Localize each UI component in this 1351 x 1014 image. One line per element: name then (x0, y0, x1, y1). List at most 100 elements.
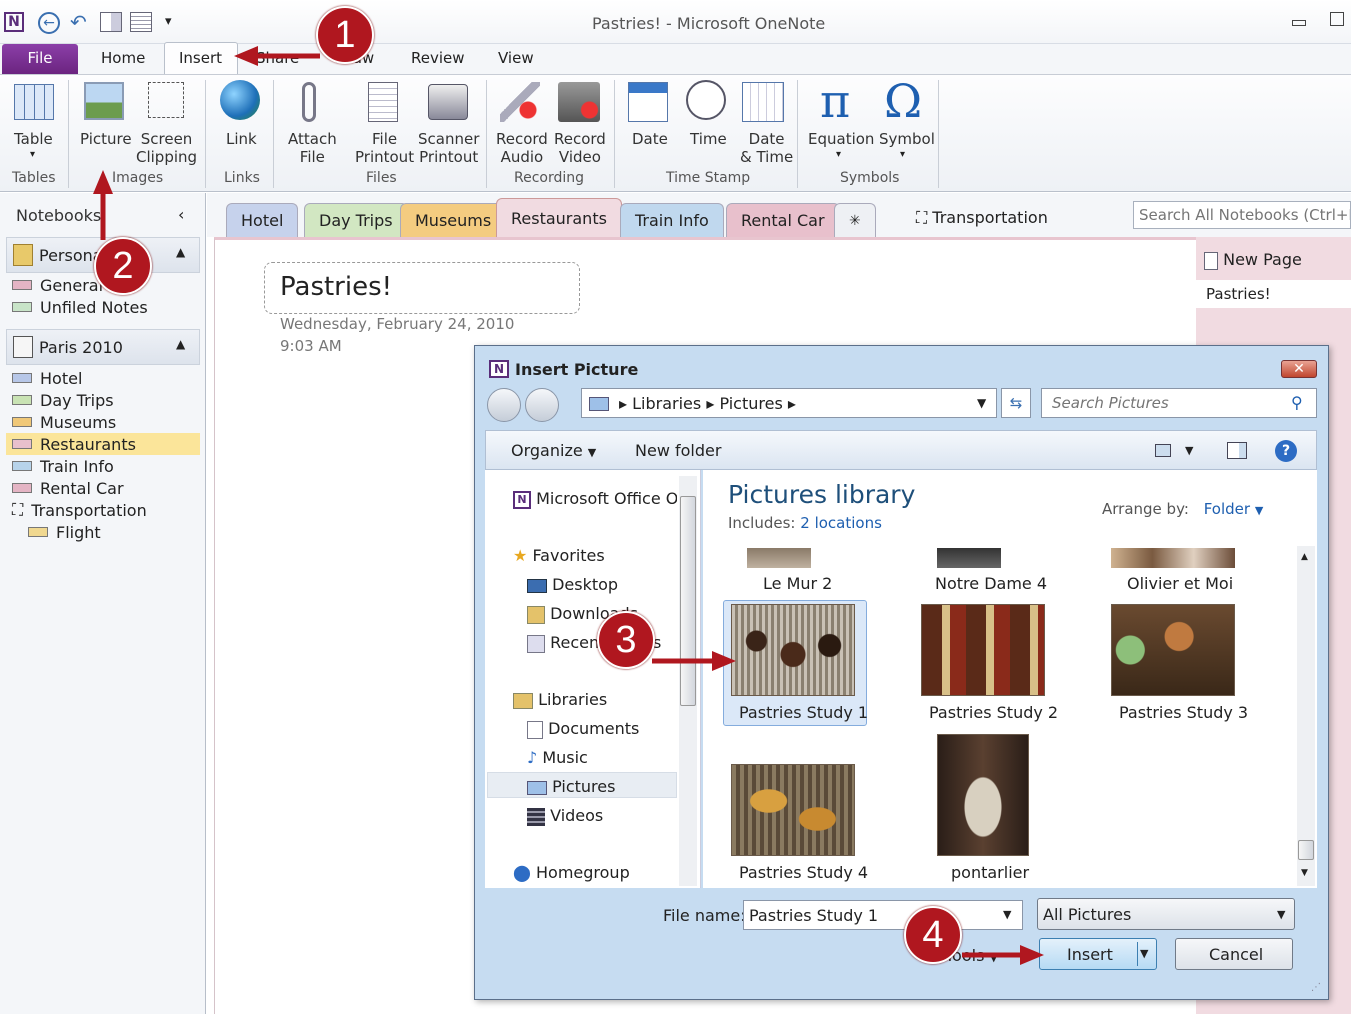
tree-videos[interactable]: Videos (527, 806, 603, 826)
scroll-down-icon[interactable]: ▼ (1301, 868, 1308, 878)
content-scroll-thumb[interactable] (1298, 840, 1314, 860)
file-pastries-study-1[interactable]: Pastries Study 1 (739, 703, 868, 722)
refresh-icon[interactable]: ⇆ (1001, 388, 1031, 418)
link-button[interactable]: Link (226, 130, 257, 148)
insert-dropdown-icon[interactable]: ▼ (1140, 947, 1148, 960)
section-hotel[interactable]: Hotel (12, 367, 82, 389)
tree-scroll-thumb[interactable] (680, 496, 696, 706)
scroll-up-icon[interactable]: ▲ (1301, 552, 1308, 562)
tree-favorites[interactable]: ★ Favorites (513, 546, 605, 565)
tree-microsoft-office-onenote[interactable]: N Microsoft Office OneNote (513, 489, 677, 509)
file-pontarlier[interactable]: pontarlier (951, 863, 1029, 882)
organize-button[interactable]: Organize ▼ (511, 441, 596, 460)
tab-train-info[interactable]: Train Info (620, 203, 724, 237)
section-train-info[interactable]: Train Info (12, 455, 114, 477)
collapse-icon[interactable]: ▲ (176, 337, 185, 351)
section-unfiled-notes[interactable]: Unfiled Notes (12, 296, 148, 318)
date-time-button[interactable]: Date & Time (740, 130, 793, 166)
file-printout-button[interactable]: File Printout (355, 130, 414, 166)
tab-insert[interactable]: Insert (179, 49, 222, 67)
section-restaurants[interactable]: Restaurants (12, 433, 136, 455)
record-audio-button[interactable]: Record Audio (496, 130, 548, 166)
close-icon[interactable]: ✕ (1281, 360, 1317, 378)
collapse-nav-icon[interactable]: ‹ (178, 205, 184, 224)
thumb-notre-dame-4[interactable] (937, 548, 1001, 568)
thumb-le-mur-2[interactable] (747, 548, 811, 568)
undo-icon[interactable]: ↶ (70, 10, 87, 34)
thumb-pastries-study-2[interactable] (921, 604, 1045, 696)
record-video-button[interactable]: Record Video (554, 130, 606, 166)
thumb-olivier-et-moi[interactable] (1111, 548, 1235, 568)
arrange-folder-dropdown[interactable]: Folder (1204, 500, 1250, 518)
section-rental-car[interactable]: Rental Car (12, 477, 124, 499)
help-icon[interactable]: ? (1275, 440, 1297, 462)
back-icon[interactable]: ← (38, 12, 60, 34)
file-pastries-study-2[interactable]: Pastries Study 2 (929, 703, 1058, 722)
tab-restaurants[interactable]: Restaurants (496, 198, 622, 238)
thumb-pastries-study-3[interactable] (1111, 604, 1235, 696)
symbol-button[interactable]: Symbol (879, 130, 935, 148)
breadcrumb-libraries[interactable]: Libraries (632, 394, 701, 413)
tree-pictures[interactable]: Pictures (527, 777, 615, 796)
file-notre-dame-4[interactable]: Notre Dame 4 (935, 574, 1047, 593)
customize-qat-icon[interactable]: ▾ (165, 14, 172, 29)
search-icon[interactable]: ⚲ (1291, 393, 1303, 412)
tab-hotel[interactable]: Hotel (226, 203, 299, 237)
collapse-icon[interactable]: ▲ (176, 245, 185, 259)
section-group-transportation[interactable]: ⛶ Transportation (12, 499, 147, 521)
thumb-pontarlier[interactable] (937, 734, 1029, 856)
includes-locations-link[interactable]: 2 locations (800, 514, 882, 532)
tab-review[interactable]: Review (411, 49, 465, 67)
tab-home[interactable]: Home (101, 49, 145, 67)
picture-button[interactable]: Picture (80, 130, 132, 148)
attach-file-button[interactable]: Attach File (288, 130, 337, 166)
table-button[interactable]: Table (14, 130, 53, 148)
tree-libraries[interactable]: Libraries (513, 690, 607, 709)
tree-desktop[interactable]: Desktop (527, 575, 618, 594)
tab-day-trips[interactable]: Day Trips (304, 203, 408, 237)
equation-button[interactable]: Equation (808, 130, 874, 148)
search-pictures-input[interactable] (1041, 388, 1317, 418)
scanner-printout-button[interactable]: Scanner Printout (418, 130, 479, 166)
content-scrollbar[interactable] (1297, 546, 1315, 886)
notebook-paris[interactable]: Paris 2010 (6, 329, 200, 365)
resize-grip-icon[interactable]: ⋰ (1311, 982, 1321, 993)
breadcrumb-pictures[interactable]: Pictures (719, 394, 782, 413)
tree-homegroup[interactable]: ⬤ Homegroup (513, 863, 630, 882)
file-type-dropdown-icon[interactable]: ▼ (1277, 908, 1285, 921)
minimize-icon[interactable] (1292, 20, 1306, 26)
file-pastries-study-3[interactable]: Pastries Study 3 (1119, 703, 1248, 722)
tree-documents[interactable]: Documents (527, 719, 639, 739)
thumb-pastries-study-4[interactable] (731, 764, 855, 856)
forward-button[interactable] (525, 388, 559, 422)
time-button[interactable]: Time (690, 130, 727, 148)
tab-file[interactable]: File (2, 44, 78, 74)
tab-view[interactable]: View (498, 49, 534, 67)
tab-museums[interactable]: Museums (400, 203, 507, 237)
section-general[interactable]: General (12, 274, 103, 296)
restore-icon[interactable] (1330, 12, 1344, 26)
search-notebooks-input[interactable] (1133, 201, 1351, 229)
section-museums[interactable]: Museums (12, 411, 116, 433)
preview-pane-icon[interactable] (1227, 442, 1247, 459)
back-button[interactable] (487, 388, 521, 422)
file-pastries-study-4[interactable]: Pastries Study 4 (739, 863, 868, 882)
tab-share[interactable]: Share (256, 49, 299, 67)
screen-clipping-button[interactable]: Screen Clipping (136, 130, 197, 166)
fullpage-icon[interactable] (130, 12, 152, 32)
file-olivier-et-moi[interactable]: Olivier et Moi (1127, 574, 1233, 593)
new-section-tab[interactable]: ✳ (834, 203, 876, 237)
section-flight[interactable]: Flight (28, 521, 101, 543)
tab-rental-car[interactable]: Rental Car (726, 203, 840, 237)
filename-dropdown-icon[interactable]: ▼ (1003, 908, 1011, 921)
section-day-trips[interactable]: Day Trips (12, 389, 114, 411)
address-dropdown-icon[interactable]: ▼ (977, 396, 986, 410)
onenote-logo-icon[interactable]: N (4, 12, 24, 32)
view-dropdown-icon[interactable]: ▼ (1185, 444, 1193, 457)
new-folder-button[interactable]: New folder (635, 441, 721, 460)
file-le-mur-2[interactable]: Le Mur 2 (763, 574, 832, 593)
tree-music[interactable]: ♪ Music (527, 748, 588, 767)
new-page-button[interactable]: New Page (1204, 250, 1302, 270)
transportation-group-tab[interactable]: ⛶ Transportation (916, 208, 1048, 228)
dock-icon[interactable] (100, 12, 122, 32)
